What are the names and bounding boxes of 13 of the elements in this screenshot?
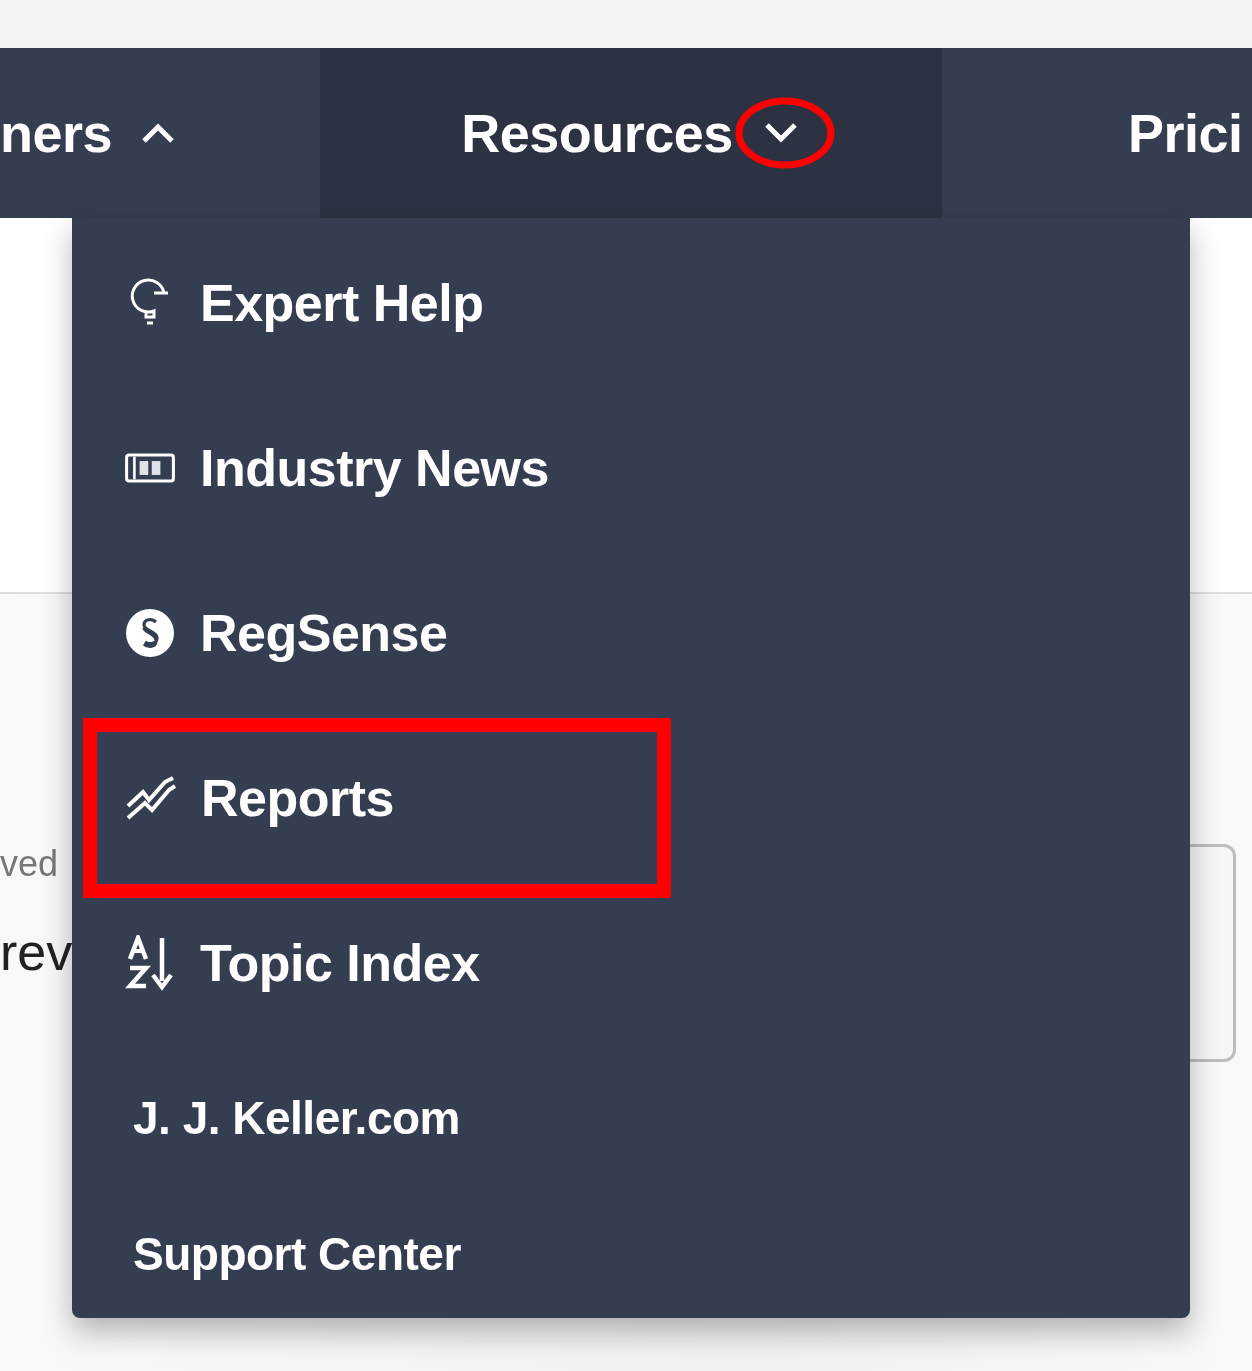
- nav-tab[interactable]: Resources: [320, 48, 942, 218]
- menu-item[interactable]: Reports: [125, 765, 394, 830]
- section-sign-icon: [124, 606, 176, 659]
- menu-item[interactable]: Industry News: [124, 435, 549, 500]
- sort-alpha-icon: [124, 934, 176, 991]
- trend-lines-icon: [125, 775, 177, 820]
- menu-item[interactable]: Expert Help: [124, 270, 484, 335]
- menu-item[interactable]: J. J. Keller.com: [125, 1085, 460, 1150]
- menu-item[interactable]: Topic Index: [124, 930, 480, 995]
- field-label: ved: [0, 842, 60, 886]
- menu-item[interactable]: RegSense: [124, 600, 448, 665]
- field-text: rev: [0, 922, 74, 982]
- menu-item[interactable]: Support Center: [125, 1222, 461, 1286]
